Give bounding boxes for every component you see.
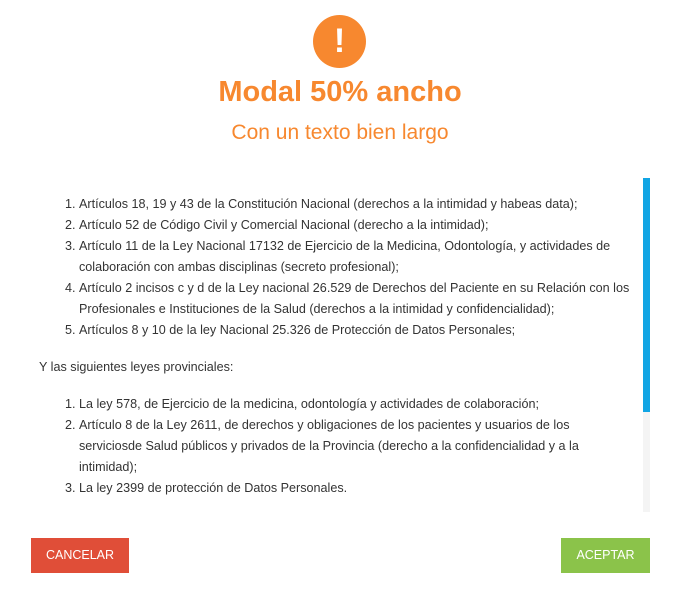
exclamation-icon: !: [313, 15, 366, 68]
list-item: Artículo 52 de Código Civil y Comercial …: [79, 215, 636, 236]
cancel-button[interactable]: CANCELAR: [31, 538, 129, 573]
list-item: Artículos 18, 19 y 43 de la Constitución…: [79, 194, 636, 215]
modal-subtitle: Con un texto bien largo: [231, 121, 449, 144]
list-item: Artículo 2 incisos c y d de la Ley nacio…: [79, 278, 636, 320]
modal-dialog: ! Modal 50% ancho Con un texto bien larg…: [0, 0, 682, 589]
scrollbar-track[interactable]: [643, 178, 650, 512]
list-item: Artículo 11 de la Ley Nacional 17132 de …: [79, 236, 636, 278]
modal-title: Modal 50% ancho: [218, 76, 462, 108]
list-item: Artículo 8 de la Ley 2611, de derechos y…: [79, 415, 636, 478]
provincial-intro: Y las siguientes leyes provinciales:: [39, 360, 234, 374]
list-item: La ley 2399 de protección de Datos Perso…: [79, 478, 636, 499]
accept-button[interactable]: ACEPTAR: [561, 538, 650, 573]
modal-scroll-content[interactable]: Artículos 18, 19 y 43 de la Constitución…: [31, 178, 650, 512]
list-item: Artículos 8 y 10 de la ley Nacional 25.3…: [79, 320, 636, 341]
provincial-laws-list: La ley 578, de Ejercicio de la medicina,…: [31, 394, 636, 499]
list-item: La ley 578, de Ejercicio de la medicina,…: [79, 394, 636, 415]
national-laws-list: Artículos 18, 19 y 43 de la Constitución…: [31, 194, 636, 341]
modal-body-text: Artículos 18, 19 y 43 de la Constitución…: [31, 178, 636, 499]
scrollbar-thumb[interactable]: [643, 178, 650, 412]
